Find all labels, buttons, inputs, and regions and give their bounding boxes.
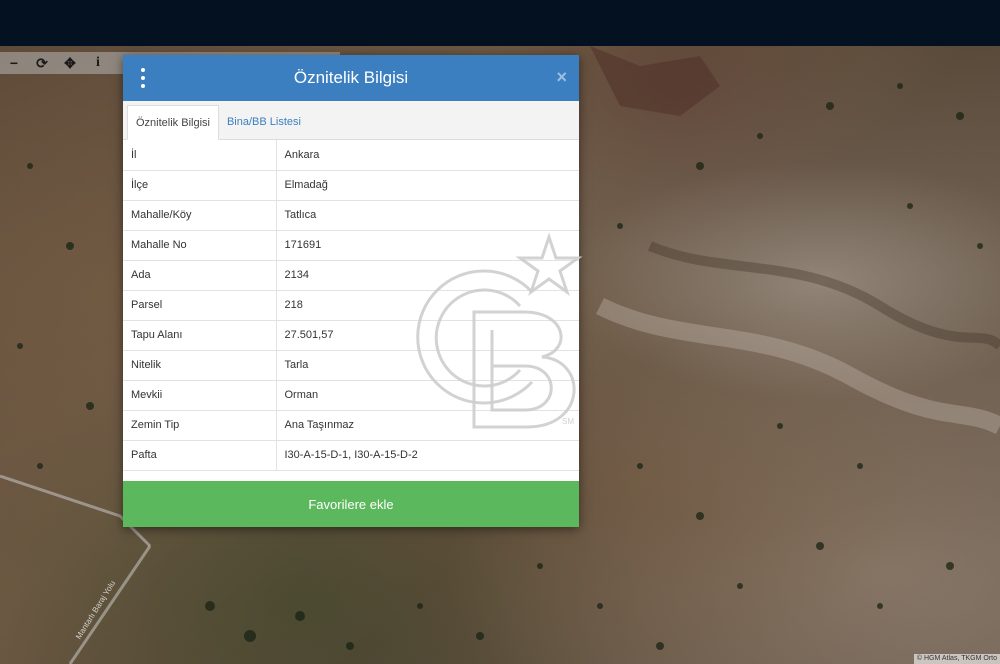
info-icon[interactable]: i xyxy=(84,52,112,74)
attribute-value: Tatlıca xyxy=(276,200,579,231)
attribute-value: 27.501,57 xyxy=(276,320,579,351)
refresh-icon[interactable]: ⟳ xyxy=(28,52,56,74)
attribute-value: Orman xyxy=(276,380,579,411)
attribute-value: Tarla xyxy=(276,350,579,381)
add-to-favorites-button[interactable]: Favorilere ekle xyxy=(123,481,579,527)
attribute-value: 171691 xyxy=(276,230,579,261)
attribute-key: Mahalle No xyxy=(123,230,277,261)
attribute-key: Nitelik xyxy=(123,350,277,381)
table-row: Mahalle/Köy Tatlıca xyxy=(123,200,579,231)
attribute-table: İl Ankara İlçe Elmadağ Mahalle/Köy Tatlıca Mah… xyxy=(123,140,579,471)
table-row: Pafta I30-A-15-D-1, I30-A-15-D-2 xyxy=(123,440,579,471)
zoom-out-icon[interactable]: − xyxy=(0,52,28,74)
attribute-key: İlçe xyxy=(123,170,277,201)
attribute-key: Mevkii xyxy=(123,380,277,411)
table-row: İl Ankara xyxy=(123,140,579,171)
attribute-value: 218 xyxy=(276,290,579,321)
attribute-value: 2134 xyxy=(276,260,579,291)
attribute-value: I30-A-15-D-1, I30-A-15-D-2 xyxy=(276,440,579,471)
locate-icon[interactable]: ✥ xyxy=(56,52,84,74)
close-icon[interactable]: × xyxy=(556,67,567,87)
tab-building-list[interactable]: Bina/BB Listesi xyxy=(219,105,309,139)
map-attribution[interactable]: © HGM Atlas, TKGM Orto xyxy=(913,654,1000,664)
dialog-tabs: Öznitelik Bilgisi Bina/BB Listesi xyxy=(123,101,579,140)
attribute-key: Ada xyxy=(123,260,277,291)
attribute-key: Tapu Alanı xyxy=(123,320,277,351)
attribute-value: Ankara xyxy=(276,140,579,171)
table-row: Mahalle No 171691 xyxy=(123,230,579,261)
attribute-key: Zemin Tip xyxy=(123,410,277,441)
table-row: Tapu Alanı 27.501,57 xyxy=(123,320,579,351)
table-row: İlçe Elmadağ xyxy=(123,170,579,201)
table-row: Ada 2134 xyxy=(123,260,579,291)
tab-attribute-info[interactable]: Öznitelik Bilgisi xyxy=(127,105,219,140)
attribute-info-dialog: Öznitelik Bilgisi × Öznitelik Bilgisi Bi… xyxy=(123,55,579,527)
table-row: Parsel 218 xyxy=(123,290,579,321)
table-row: Mevkii Orman xyxy=(123,380,579,411)
dialog-header: Öznitelik Bilgisi × xyxy=(123,55,579,101)
menu-kebab-icon[interactable] xyxy=(139,68,147,88)
attribute-key: Mahalle/Köy xyxy=(123,200,277,231)
attribute-value: Elmadağ xyxy=(276,170,579,201)
table-row: Zemin Tip Ana Taşınmaz xyxy=(123,410,579,441)
attribute-value: Ana Taşınmaz xyxy=(276,410,579,441)
dialog-title: Öznitelik Bilgisi xyxy=(293,68,409,87)
top-bar xyxy=(0,0,1000,46)
attribute-key: Pafta xyxy=(123,440,277,471)
table-row: Nitelik Tarla xyxy=(123,350,579,381)
attribute-key: Parsel xyxy=(123,290,277,321)
attribute-key: İl xyxy=(123,140,277,171)
